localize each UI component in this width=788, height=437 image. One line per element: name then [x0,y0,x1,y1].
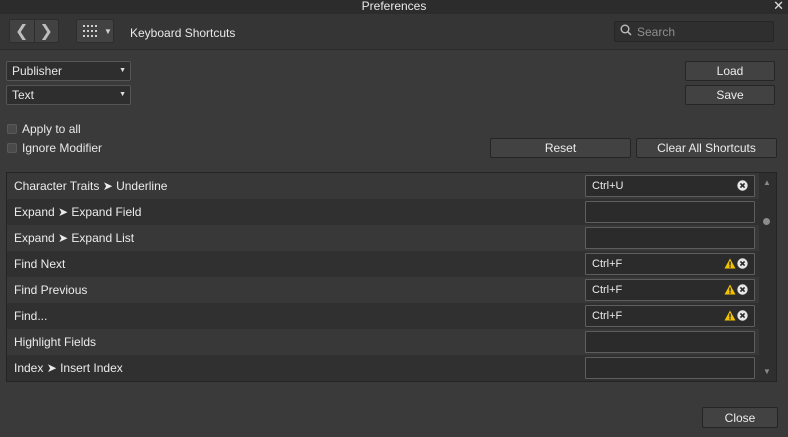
checkbox-box[interactable] [7,124,17,134]
search-icon [620,24,632,39]
checkbox-box[interactable] [7,143,17,153]
shortcut-name: Index ➤ Insert Index [14,361,123,375]
shortcut-row[interactable]: Find Previous Ctrl+F [7,277,759,303]
shortcut-field[interactable] [585,227,755,249]
scroll-up-icon[interactable]: ▲ [763,178,771,187]
grid-menu-button[interactable]: ▼ [76,19,114,43]
shortcut-list[interactable]: Character Traits ➤ Underline Ctrl+U Expand… [6,172,777,382]
shortcut-row[interactable]: Index ➤ Insert Index [7,355,759,381]
load-button[interactable]: Load [685,61,775,81]
back-button[interactable]: ❮ [10,20,34,42]
nav-button-group: ❮ ❯ [9,19,59,43]
shortcut-name: Highlight Fields [14,335,97,349]
window-title: Preferences [361,0,427,13]
shortcut-icons [724,310,748,324]
shortcut-field[interactable]: Ctrl+F [585,253,755,275]
shortcut-name: Character Traits ➤ Underline [14,179,168,193]
category-select[interactable]: Text ▼ [6,85,131,105]
search-input[interactable]: Search [614,21,774,42]
apply-to-all-checkbox[interactable]: Apply to all [7,122,81,136]
scroll-thumb[interactable] [763,218,770,225]
shortcut-row[interactable]: Find Next Ctrl+F [7,251,759,277]
category-select-value: Text [12,88,35,102]
caret-down-icon: ▼ [104,26,112,36]
shortcut-field[interactable]: Ctrl+F [585,305,755,327]
clear-shortcut-icon[interactable] [737,310,748,324]
clear-all-shortcuts-button[interactable]: Clear All Shortcuts [636,138,777,158]
shortcut-value: Ctrl+U [592,180,624,192]
shortcut-row[interactable]: Find... Ctrl+F [7,303,759,329]
grid-icon [80,25,102,37]
scroll-down-icon[interactable]: ▼ [763,367,771,376]
shortcut-field[interactable] [585,357,755,379]
ignore-modifier-checkbox[interactable]: Ignore Modifier [7,141,102,155]
chevron-right-icon: ❯ [39,23,53,40]
shortcut-field[interactable] [585,201,755,223]
shortcut-icons [724,258,748,272]
shortcut-value: Ctrl+F [592,284,623,296]
forward-button[interactable]: ❯ [33,20,59,42]
shortcut-row[interactable]: Character Traits ➤ Underline Ctrl+U [7,173,759,199]
shortcut-row[interactable]: Highlight Fields [7,329,759,355]
clear-shortcut-icon[interactable] [737,258,748,272]
shortcut-field[interactable]: Ctrl+F [585,279,755,301]
toolbar: ❮ ❯ ▼ Keyboard Shortcuts Search [0,14,788,50]
page-title: Keyboard Shortcuts [130,26,236,40]
search-placeholder: Search [637,24,676,39]
apply-to-all-label: Apply to all [22,122,81,136]
close-button[interactable]: Close [702,407,778,428]
save-button[interactable]: Save [685,85,775,105]
dropdown-arrow-icon: ▼ [119,67,126,74]
reset-button[interactable]: Reset [490,138,631,158]
warning-icon [724,284,736,298]
clear-shortcut-icon[interactable] [737,180,748,194]
shortcut-field[interactable]: Ctrl+U [585,175,755,197]
shortcut-row[interactable]: Expand ➤ Expand List [7,225,759,251]
shortcut-value: Ctrl+F [592,258,623,270]
chevron-left-icon: ❮ [15,23,29,40]
dropdown-arrow-icon: ▼ [119,91,126,98]
shortcut-name: Expand ➤ Expand List [14,231,135,245]
clear-shortcut-icon[interactable] [737,284,748,298]
shortcut-field[interactable] [585,331,755,353]
list-scrollbar[interactable]: ▲ ▼ [758,173,776,381]
app-select-value: Publisher [12,64,63,78]
shortcut-row[interactable]: Expand ➤ Expand Field [7,199,759,225]
shortcut-value: Ctrl+F [592,310,623,322]
ignore-modifier-label: Ignore Modifier [22,141,103,155]
shortcut-icons [724,284,748,298]
shortcut-name: Find Previous [14,283,88,297]
shortcut-name: Find Next [14,257,66,271]
warning-icon [724,310,736,324]
title-bar: Preferences ✕ [0,0,788,14]
app-select[interactable]: Publisher ▼ [6,61,131,81]
shortcut-name: Find... [14,309,48,323]
close-window-icon[interactable]: ✕ [773,0,784,13]
shortcut-rows: Character Traits ➤ Underline Ctrl+U Expand… [7,173,759,381]
shortcut-name: Expand ➤ Expand Field [14,205,142,219]
warning-icon [724,258,736,272]
shortcut-icons [737,180,748,194]
